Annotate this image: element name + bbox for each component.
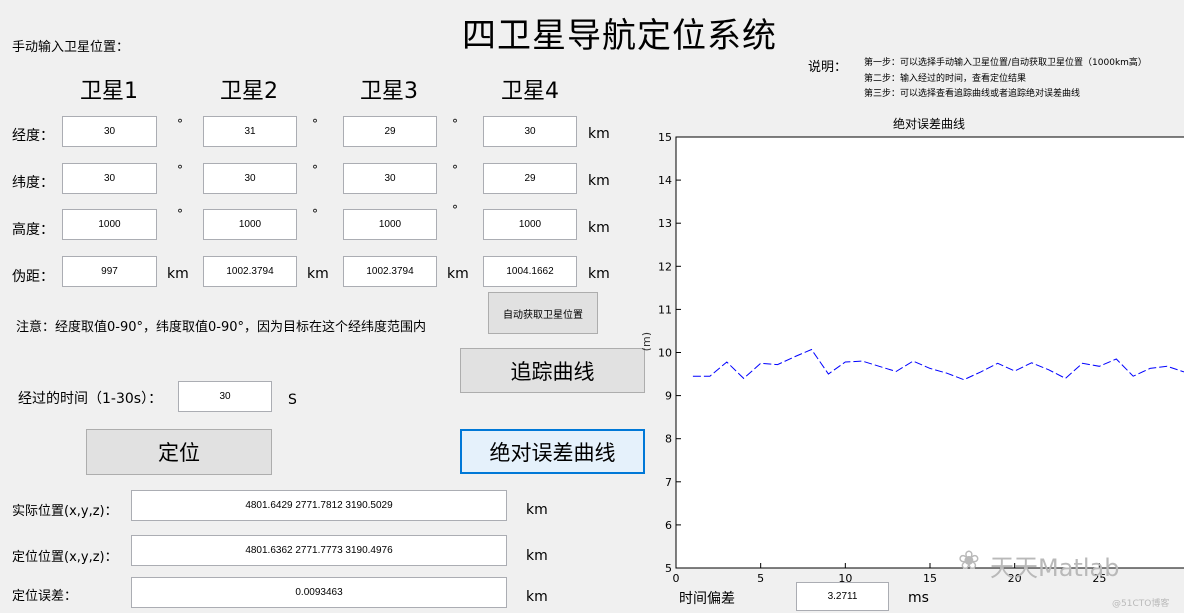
degree-unit: ° — [452, 203, 458, 217]
sat-header-1: 卫星1 — [80, 79, 138, 104]
altitude-label: 高度： — [12, 222, 54, 238]
y-tick-label: 5 — [665, 562, 672, 575]
y-tick-label: 14 — [658, 174, 672, 187]
located-position-output: 4801.6362 2771.7773 3190.4976 — [131, 535, 507, 566]
km-unit: km — [167, 266, 189, 282]
degree-unit: ° — [312, 163, 318, 177]
seconds-unit: S — [288, 392, 297, 408]
latitude-label: 纬度： — [12, 175, 54, 191]
sat1-altitude-input[interactable]: 1000 — [62, 209, 157, 240]
degree-unit: ° — [177, 117, 183, 131]
abs-error-curve-button[interactable]: 绝对误差曲线 — [460, 429, 645, 474]
y-tick-label: 9 — [665, 390, 672, 403]
sat4-latitude-input[interactable]: 29 — [483, 163, 577, 194]
series-line — [692, 348, 1184, 381]
sat3-longitude-input[interactable]: 29 — [343, 116, 437, 147]
km-unit: km — [588, 266, 610, 282]
y-tick-label: 10 — [658, 347, 672, 360]
km-unit: km — [447, 266, 469, 282]
watermark-name: 天天Matlab — [990, 554, 1120, 582]
track-curve-button[interactable]: 追踪曲线 — [460, 348, 645, 393]
sat4-pseudorange-input[interactable]: 1004.1662 — [483, 256, 577, 287]
time-offset-output: 3.2711 — [796, 582, 889, 611]
x-tick-label: 0 — [673, 572, 680, 585]
longitude-label: 经度： — [12, 128, 54, 144]
sat4-altitude-input[interactable]: 1000 — [483, 209, 577, 240]
sat-header-3: 卫星3 — [360, 79, 418, 104]
y-tick-label: 11 — [658, 303, 672, 316]
x-tick-label: 5 — [757, 572, 764, 585]
sat-header-2: 卫星2 — [220, 79, 278, 104]
y-tick-label: 8 — [665, 433, 672, 446]
sat3-latitude-input[interactable]: 30 — [343, 163, 437, 194]
sat1-latitude-input[interactable]: 30 — [62, 163, 157, 194]
x-tick-label: 15 — [923, 572, 937, 585]
position-error-output: 0.0093463 — [131, 577, 507, 608]
auto-get-position-button[interactable]: 自动获取卫星位置 — [488, 292, 598, 334]
degree-unit: ° — [312, 117, 318, 131]
actual-position-label: 实际位置(x,y,z)： — [12, 504, 118, 519]
degree-unit: ° — [312, 207, 318, 221]
instructions-heading: 说明： — [808, 60, 848, 75]
y-tick-label: 12 — [658, 260, 672, 273]
located-position-label: 定位位置(x,y,z)： — [12, 550, 118, 565]
instruction-step-2: 第二步：输入经过的时间，查看定位结果 — [864, 74, 1027, 84]
sat2-pseudorange-input[interactable]: 1002.3794 — [203, 256, 297, 287]
km-unit: km — [526, 548, 548, 564]
km-unit: km — [588, 220, 610, 236]
sat2-latitude-input[interactable]: 30 — [203, 163, 297, 194]
instruction-step-3: 第三步：可以选择查看追踪曲线或者追踪绝对误差曲线 — [864, 89, 1081, 99]
sat2-altitude-input[interactable]: 1000 — [203, 209, 297, 240]
locate-button[interactable]: 定位 — [86, 429, 272, 475]
elapsed-time-label: 经过的时间（1-30s）： — [18, 391, 163, 407]
y-tick-label: 15 — [658, 131, 672, 144]
degree-unit: ° — [452, 117, 458, 131]
sat-header-4: 卫星4 — [501, 79, 559, 104]
km-unit: km — [307, 266, 329, 282]
chart-title: 绝对误差曲线 — [893, 116, 965, 131]
y-axis-label-fragment: (m) — [641, 332, 651, 352]
watermark-logo-icon: ❀ — [958, 546, 980, 576]
sat1-pseudorange-input[interactable]: 997 — [62, 256, 157, 287]
watermark-site: @51CTO博客 — [1112, 599, 1170, 609]
pseudorange-label: 伪距： — [12, 269, 54, 285]
sat4-longitude-input[interactable]: 30 — [483, 116, 577, 147]
time-offset-label: 时间偏差 — [679, 591, 735, 607]
ms-unit: ms — [908, 590, 929, 606]
degree-unit: ° — [452, 163, 458, 177]
km-unit: km — [526, 502, 548, 518]
range-notice: 注意：经度取值0-90°，纬度取值0-90°，因为目标在这个经纬度范围内 — [16, 320, 427, 335]
y-tick-label: 6 — [665, 519, 672, 532]
km-unit: km — [588, 126, 610, 142]
sat2-longitude-input[interactable]: 31 — [203, 116, 297, 147]
y-tick-label: 13 — [658, 217, 672, 230]
elapsed-time-input[interactable]: 30 — [178, 381, 272, 412]
degree-unit: ° — [177, 163, 183, 177]
degree-unit: ° — [177, 207, 183, 221]
manual-input-label: 手动输入卫星位置： — [12, 40, 130, 55]
position-error-label: 定位误差： — [12, 589, 78, 604]
y-tick-label: 7 — [665, 476, 672, 489]
page-title: 四卫星导航定位系统 — [462, 16, 777, 56]
km-unit: km — [588, 173, 610, 189]
sat1-longitude-input[interactable]: 30 — [62, 116, 157, 147]
sat3-pseudorange-input[interactable]: 1002.3794 — [343, 256, 437, 287]
sat3-altitude-input[interactable]: 1000 — [343, 209, 437, 240]
km-unit: km — [526, 589, 548, 605]
actual-position-output: 4801.6429 2771.7812 3190.5029 — [131, 490, 507, 521]
plot-area — [675, 136, 1184, 569]
instruction-step-1: 第一步：可以选择手动输入卫星位置/自动获取卫星位置（1000km高） — [864, 58, 1147, 68]
